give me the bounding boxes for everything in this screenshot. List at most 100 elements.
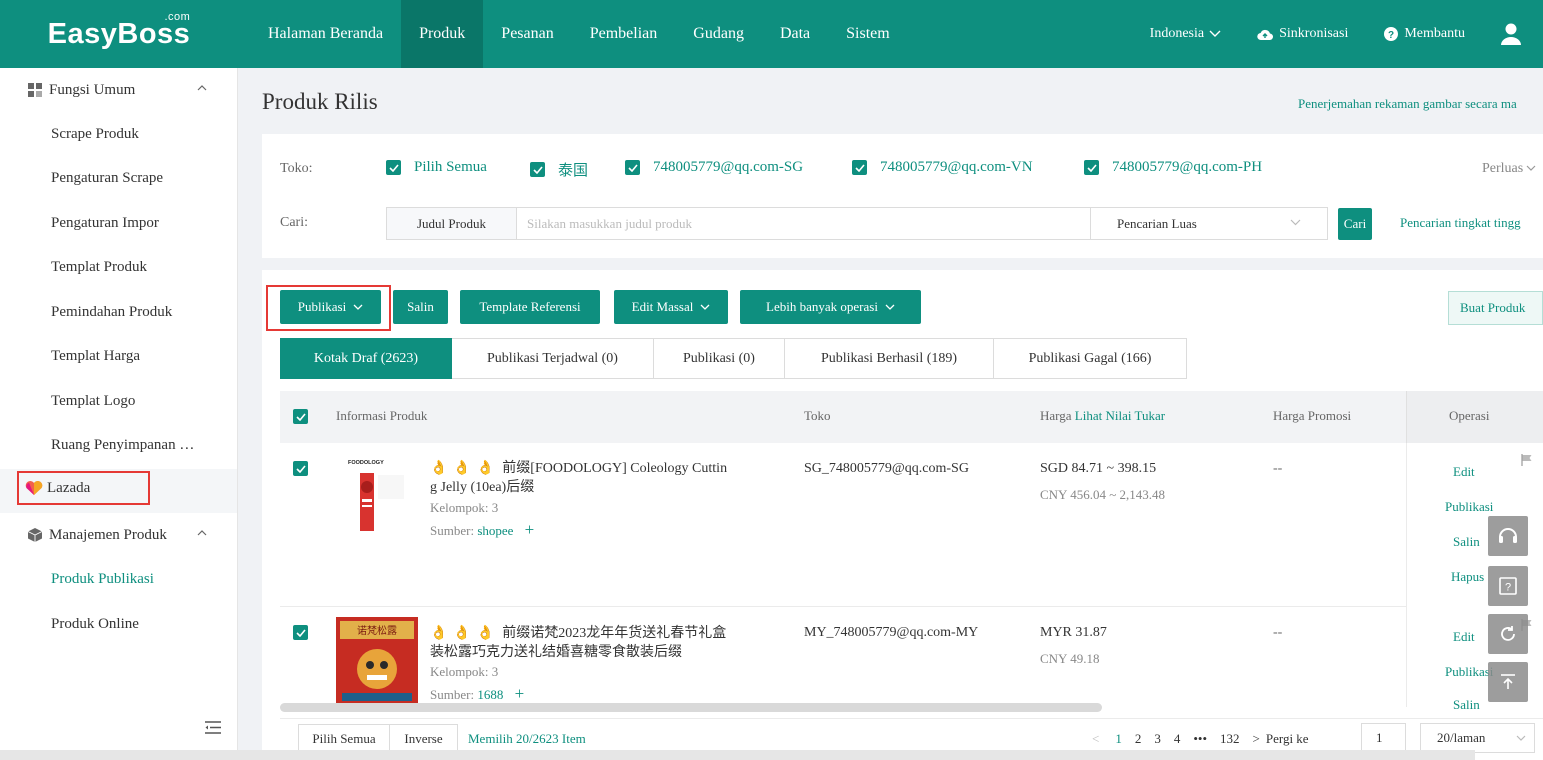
- publish-dropdown-button[interactable]: Publikasi: [280, 290, 381, 324]
- hand-emoji-icons: 👌👌👌: [430, 626, 501, 641]
- checkbox-checked-icon: [386, 160, 401, 175]
- svg-text:?: ?: [1505, 582, 1511, 594]
- search-input[interactable]: [517, 208, 1090, 239]
- copy-link[interactable]: Salin: [1453, 697, 1480, 713]
- page-3[interactable]: 3: [1154, 731, 1161, 747]
- reference-template-button[interactable]: Template Referensi: [460, 290, 600, 324]
- search-mode-dropdown[interactable]: Pencarian Luas: [1090, 208, 1327, 239]
- shop-checkbox-thailand[interactable]: 泰国: [530, 159, 588, 180]
- advanced-search-link[interactable]: Pencarian tingkat tingg: [1400, 215, 1521, 231]
- search-button[interactable]: Cari: [1338, 208, 1372, 240]
- box-icon: [28, 528, 42, 542]
- help-icon: ?: [1384, 27, 1399, 41]
- page-size-select[interactable]: 20/laman: [1420, 723, 1535, 753]
- row-checkbox[interactable]: [293, 625, 308, 640]
- tab-draft[interactable]: Kotak Draf (2623): [280, 338, 452, 379]
- nav-item-gudang[interactable]: Gudang: [675, 0, 762, 68]
- prev-page-icon[interactable]: <: [1092, 731, 1099, 747]
- sidebar-item-lazada[interactable]: Lazada: [17, 471, 150, 505]
- sidebar-item-produk-online[interactable]: Produk Online: [0, 602, 139, 647]
- page-2[interactable]: 2: [1135, 731, 1142, 747]
- refresh-icon: [1501, 626, 1515, 641]
- edit-link[interactable]: Edit: [1453, 629, 1475, 645]
- region-selector[interactable]: Indonesia: [1150, 26, 1221, 42]
- exchange-rate-link[interactable]: Lihat Nilai Tukar: [1075, 408, 1165, 423]
- shop-checkbox-all[interactable]: Pilih Semua: [386, 159, 487, 176]
- sidebar-item-templat-harga[interactable]: Templat Harga: [0, 335, 237, 380]
- sidebar-item-templat-produk[interactable]: Templat Produk: [0, 246, 237, 291]
- page-last[interactable]: 132: [1220, 731, 1240, 747]
- publish-link[interactable]: Publikasi: [1445, 499, 1493, 515]
- checkbox-checked-icon: [1084, 160, 1099, 175]
- nav-item-sistem[interactable]: Sistem: [828, 0, 908, 68]
- source-value[interactable]: 1688: [477, 687, 503, 702]
- shop-checkbox-sg[interactable]: 748005779@qq.com-SG: [625, 159, 803, 176]
- row-shop: MY_748005779@qq.com-MY: [804, 625, 979, 640]
- customer-service-button[interactable]: [1488, 516, 1528, 556]
- image-translation-link[interactable]: Penerjemahan rekaman gambar secara ma: [1298, 96, 1517, 112]
- nav-item-data[interactable]: Data: [762, 0, 828, 68]
- sidebar-item-ruang-penyimpanan[interactable]: Ruang Penyimpanan …: [0, 424, 237, 469]
- sidebar-group-manajemen-produk[interactable]: Manajemen Produk: [0, 513, 237, 557]
- sidebar-item-pemindahan-produk[interactable]: Pemindahan Produk: [0, 290, 237, 335]
- add-source-icon[interactable]: +: [525, 520, 535, 539]
- nav-item-pembelian[interactable]: Pembelian: [572, 0, 676, 68]
- copy-link[interactable]: Salin: [1453, 534, 1480, 550]
- row-checkbox[interactable]: [293, 461, 308, 476]
- nav-item-produk[interactable]: Produk: [401, 0, 484, 68]
- user-icon[interactable]: [1501, 23, 1521, 45]
- tab-publishing[interactable]: Publikasi (0): [654, 338, 785, 379]
- sidebar-item-pengaturan-scrape[interactable]: Pengaturan Scrape: [0, 157, 237, 202]
- product-title-line2: g Jelly (10ea)后缀: [430, 480, 535, 495]
- sidebar-item-produk-publikasi[interactable]: Produk Publikasi: [0, 557, 154, 602]
- source-value[interactable]: shopee: [477, 523, 513, 538]
- select-all-checkbox[interactable]: [293, 409, 308, 424]
- refresh-button[interactable]: [1488, 614, 1528, 654]
- next-page-icon[interactable]: >: [1253, 731, 1260, 747]
- collapse-menu-icon[interactable]: [205, 721, 221, 734]
- page-4[interactable]: 4: [1174, 731, 1181, 747]
- sidebar-item-pengaturan-impor[interactable]: Pengaturan Impor: [0, 201, 237, 246]
- page-1[interactable]: 1: [1115, 731, 1122, 747]
- tab-scheduled[interactable]: Publikasi Terjadwal (0): [452, 338, 654, 379]
- checkbox-checked-icon: [852, 160, 867, 175]
- add-source-icon[interactable]: +: [515, 684, 525, 703]
- tab-success[interactable]: Publikasi Berhasil (189): [785, 338, 994, 379]
- sidebar-item-scrape-produk[interactable]: Scrape Produk: [0, 112, 237, 157]
- sync-button[interactable]: Sinkronisasi: [1257, 26, 1348, 42]
- shop-checkbox-vn[interactable]: 748005779@qq.com-VN: [852, 159, 1033, 176]
- page-ellipsis[interactable]: •••: [1193, 731, 1207, 747]
- tab-failed[interactable]: Publikasi Gagal (166): [994, 338, 1187, 379]
- product-title[interactable]: 👌👌👌 前缀[FOODOLOGY] Coleology Cuttin g Jell…: [430, 459, 760, 497]
- product-title[interactable]: 👌👌👌 前缀诺梵2023龙年年货送礼春节礼盒 装松露巧克力送礼结婚喜糖零食散装后缀: [430, 624, 760, 662]
- sidebar-item-templat-logo[interactable]: Templat Logo: [0, 379, 237, 424]
- easyboss-logo[interactable]: EasyBoss .com: [0, 0, 238, 68]
- product-thumbnail[interactable]: 诺梵松露: [336, 617, 418, 705]
- back-to-top-button[interactable]: [1488, 662, 1528, 702]
- edit-link[interactable]: Edit: [1453, 464, 1475, 480]
- publish-link[interactable]: Publikasi: [1445, 664, 1493, 680]
- sidebar-group-fungsi-umum[interactable]: Fungsi Umum: [0, 68, 237, 112]
- nav-item-pesanan[interactable]: Pesanan: [483, 0, 571, 68]
- search-type-selector[interactable]: Judul Produk: [387, 208, 517, 239]
- help-button[interactable]: ? Membantu: [1384, 26, 1465, 42]
- delete-link[interactable]: Hapus: [1451, 569, 1484, 585]
- goto-page-input[interactable]: 1: [1361, 723, 1406, 753]
- expand-link[interactable]: Perluas: [1482, 161, 1536, 177]
- page-horizontal-scrollbar[interactable]: [0, 750, 1475, 760]
- horizontal-scrollbar[interactable]: [280, 703, 1102, 712]
- sync-label: Sinkronisasi: [1279, 26, 1349, 41]
- more-operations-dropdown-button[interactable]: Lebih banyak operasi: [740, 290, 921, 324]
- shop-checkbox-ph[interactable]: 748005779@qq.com-PH: [1084, 159, 1262, 176]
- help-label: Membantu: [1404, 26, 1465, 41]
- bulk-edit-dropdown-button[interactable]: Edit Massal: [614, 290, 728, 324]
- checkbox-checked-icon: [530, 162, 545, 177]
- nav-item-beranda[interactable]: Halaman Beranda: [250, 0, 401, 68]
- copy-button[interactable]: Salin: [393, 290, 448, 324]
- feedback-button[interactable]: ?: [1488, 566, 1528, 606]
- row-price-cny: CNY 49.18: [1040, 651, 1100, 666]
- create-product-button[interactable]: Buat Produk: [1448, 291, 1543, 325]
- goto-label: Pergi ke: [1265, 731, 1309, 746]
- flag-icon[interactable]: [1521, 454, 1533, 466]
- product-thumbnail[interactable]: FOODOLOGY: [336, 455, 418, 543]
